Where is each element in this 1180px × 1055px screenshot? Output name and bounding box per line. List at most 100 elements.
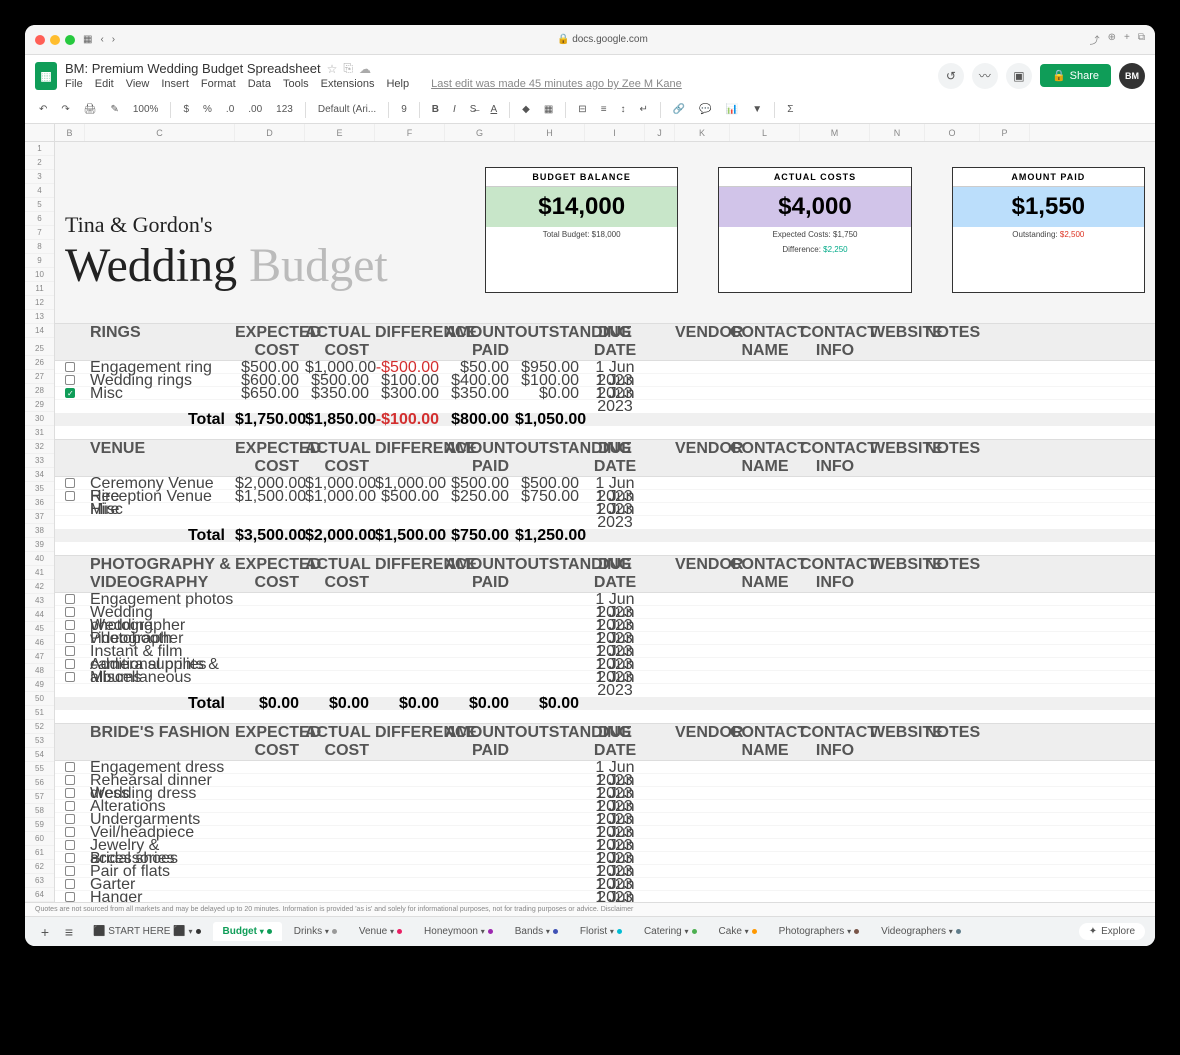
table-row[interactable]: Misc1 Jun 2023 bbox=[55, 503, 1155, 516]
checkbox[interactable] bbox=[65, 853, 75, 863]
col-B[interactable]: B bbox=[55, 124, 85, 141]
size-select[interactable]: 9 bbox=[397, 102, 411, 117]
undo-icon[interactable]: ↶ bbox=[35, 102, 51, 117]
col-C[interactable]: C bbox=[85, 124, 235, 141]
col-G[interactable]: G bbox=[445, 124, 515, 141]
checkbox[interactable] bbox=[65, 620, 75, 630]
maximize-window[interactable] bbox=[65, 35, 75, 45]
chart-btn[interactable]: 📊 bbox=[722, 102, 742, 117]
minimize-window[interactable] bbox=[50, 35, 60, 45]
strike-btn[interactable]: S̶ bbox=[466, 102, 481, 117]
borders-btn[interactable]: ▦ bbox=[540, 102, 557, 117]
link-btn[interactable]: 🔗 bbox=[669, 102, 689, 117]
col-I[interactable]: I bbox=[585, 124, 645, 141]
sheet-tab[interactable]: ⬛ START HERE ⬛ ▾ bbox=[83, 922, 211, 941]
nav-forward[interactable]: › bbox=[112, 34, 115, 45]
col-P[interactable]: P bbox=[980, 124, 1030, 141]
sheet-tab[interactable]: Catering ▾ bbox=[634, 922, 707, 941]
star-icon[interactable]: ☆ bbox=[327, 62, 338, 76]
checkbox[interactable] bbox=[65, 491, 75, 501]
dec-less[interactable]: .0 bbox=[222, 102, 238, 117]
download-icon[interactable]: ⊕ bbox=[1108, 32, 1116, 47]
menu-view[interactable]: View bbox=[126, 78, 150, 90]
comment-icon[interactable]: 〰 bbox=[972, 63, 998, 89]
format-btn[interactable]: 123 bbox=[272, 102, 297, 117]
text-color-btn[interactable]: A bbox=[486, 102, 501, 117]
print-icon[interactable]: 🖨 bbox=[80, 102, 101, 117]
table-row[interactable]: Miscellaneous1 Jun 2023 bbox=[55, 671, 1155, 684]
url-bar[interactable]: 🔒 docs.google.com bbox=[123, 34, 1081, 45]
col-K[interactable]: K bbox=[675, 124, 730, 141]
close-window[interactable] bbox=[35, 35, 45, 45]
valign-btn[interactable]: ↕ bbox=[617, 102, 630, 117]
last-edit[interactable]: Last edit was made 45 minutes ago by Zee… bbox=[431, 78, 682, 90]
move-icon[interactable]: ⎘ bbox=[343, 61, 353, 76]
menu-edit[interactable]: Edit bbox=[95, 78, 114, 90]
sheet-tab[interactable]: Venue ▾ bbox=[349, 922, 412, 941]
col-N[interactable]: N bbox=[870, 124, 925, 141]
align-btn[interactable]: ≡ bbox=[597, 102, 611, 117]
checkbox[interactable] bbox=[65, 866, 75, 876]
filter-btn[interactable]: ▼ bbox=[748, 102, 766, 117]
table-row[interactable]: Hanger1 Jun 2023 bbox=[55, 891, 1155, 902]
checkbox[interactable] bbox=[65, 814, 75, 824]
currency-btn[interactable]: $ bbox=[179, 102, 193, 117]
checkbox[interactable] bbox=[65, 659, 75, 669]
checkbox[interactable] bbox=[65, 775, 75, 785]
dec-more[interactable]: .00 bbox=[244, 102, 266, 117]
menu-tools[interactable]: Tools bbox=[283, 78, 309, 90]
meet-icon[interactable]: ▣ bbox=[1006, 63, 1032, 89]
checkbox[interactable] bbox=[65, 827, 75, 837]
sidebar-toggle-icon[interactable]: ▦ bbox=[83, 34, 92, 45]
sheets-app-icon[interactable]: ▦ bbox=[35, 62, 57, 90]
sheet-tab[interactable]: Florist ▾ bbox=[570, 922, 632, 941]
share-icon[interactable]: ⤴ bbox=[1090, 32, 1100, 47]
tabs-icon[interactable]: ⧉ bbox=[1138, 32, 1145, 47]
font-select[interactable]: Default (Ari... bbox=[314, 102, 380, 117]
checkbox[interactable] bbox=[65, 840, 75, 850]
explore-btn[interactable]: ✦ Explore bbox=[1079, 923, 1145, 940]
share-button[interactable]: 🔒 Share bbox=[1040, 64, 1111, 87]
col-O[interactable]: O bbox=[925, 124, 980, 141]
merge-btn[interactable]: ⊟ bbox=[574, 102, 590, 117]
sheets-menu-btn[interactable]: ≡ bbox=[59, 924, 79, 940]
sheet-tab[interactable]: Cake ▾ bbox=[709, 922, 767, 941]
checkbox[interactable] bbox=[65, 478, 75, 488]
checkbox[interactable] bbox=[65, 788, 75, 798]
checkbox[interactable] bbox=[65, 879, 75, 889]
checkbox[interactable] bbox=[65, 762, 75, 772]
col-J[interactable]: J bbox=[645, 124, 675, 141]
paint-icon[interactable]: ✎ bbox=[106, 102, 122, 117]
checkbox[interactable] bbox=[65, 375, 75, 385]
redo-icon[interactable]: ↷ bbox=[57, 102, 73, 117]
add-sheet-btn[interactable]: + bbox=[35, 924, 55, 940]
wrap-btn[interactable]: ↵ bbox=[636, 102, 652, 117]
checkbox[interactable] bbox=[65, 646, 75, 656]
user-avatar[interactable]: BM bbox=[1119, 63, 1145, 89]
col-H[interactable]: H bbox=[515, 124, 585, 141]
percent-btn[interactable]: % bbox=[199, 102, 216, 117]
checkbox[interactable] bbox=[65, 607, 75, 617]
sheet-tab[interactable]: Budget ▾ bbox=[213, 922, 282, 941]
sheet-tab[interactable]: Bands ▾ bbox=[505, 922, 568, 941]
fill-color-btn[interactable]: ◆ bbox=[518, 102, 534, 117]
new-tab-icon[interactable]: + bbox=[1124, 32, 1130, 47]
sheet-tab[interactable]: Drinks ▾ bbox=[284, 922, 347, 941]
col-D[interactable]: D bbox=[235, 124, 305, 141]
checkbox[interactable] bbox=[65, 633, 75, 643]
checkbox[interactable] bbox=[65, 672, 75, 682]
sheet-tab[interactable]: Photographers ▾ bbox=[769, 922, 869, 941]
doc-title[interactable]: BM: Premium Wedding Budget Spreadsheet bbox=[65, 61, 321, 76]
nav-back[interactable]: ‹ bbox=[100, 34, 103, 45]
checkbox[interactable] bbox=[65, 892, 75, 902]
italic-btn[interactable]: I bbox=[449, 102, 460, 117]
table-row[interactable]: Misc$650.00$350.00$300.00$350.00$0.001 J… bbox=[55, 387, 1155, 400]
sheet-body[interactable]: Tina & Gordon's Wedding Budget BUDGET BA… bbox=[55, 142, 1155, 902]
checkbox[interactable] bbox=[65, 388, 75, 398]
sheet-tab[interactable]: Honeymoon ▾ bbox=[414, 922, 503, 941]
menu-format[interactable]: Format bbox=[201, 78, 236, 90]
checkbox[interactable] bbox=[65, 594, 75, 604]
menu-data[interactable]: Data bbox=[248, 78, 271, 90]
col-M[interactable]: M bbox=[800, 124, 870, 141]
menu-file[interactable]: File bbox=[65, 78, 83, 90]
